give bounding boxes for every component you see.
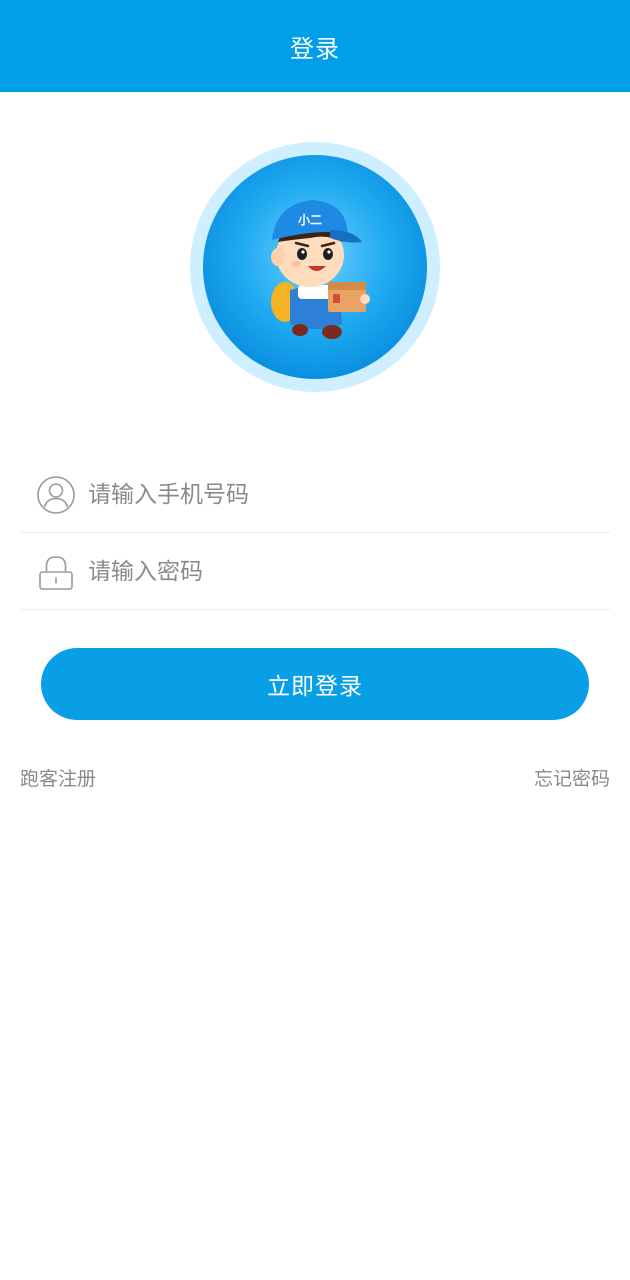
cap-logo-text: 小二 [298, 212, 322, 227]
password-field-row [20, 533, 610, 610]
user-icon [37, 476, 75, 514]
page-title: 登录 [290, 34, 340, 63]
phone-field-row [20, 456, 610, 533]
courier-mascot-icon: 小二 [190, 142, 440, 392]
register-link[interactable]: 跑客注册 [20, 764, 96, 791]
avatar: 小二 [190, 142, 440, 392]
lock-icon [39, 556, 73, 590]
password-input[interactable] [88, 551, 588, 593]
top-bar: 登录 [0, 0, 630, 92]
login-button[interactable]: 立即登录 [41, 648, 589, 720]
forgot-password-link[interactable]: 忘记密码 [534, 764, 610, 791]
phone-input[interactable] [88, 474, 588, 516]
